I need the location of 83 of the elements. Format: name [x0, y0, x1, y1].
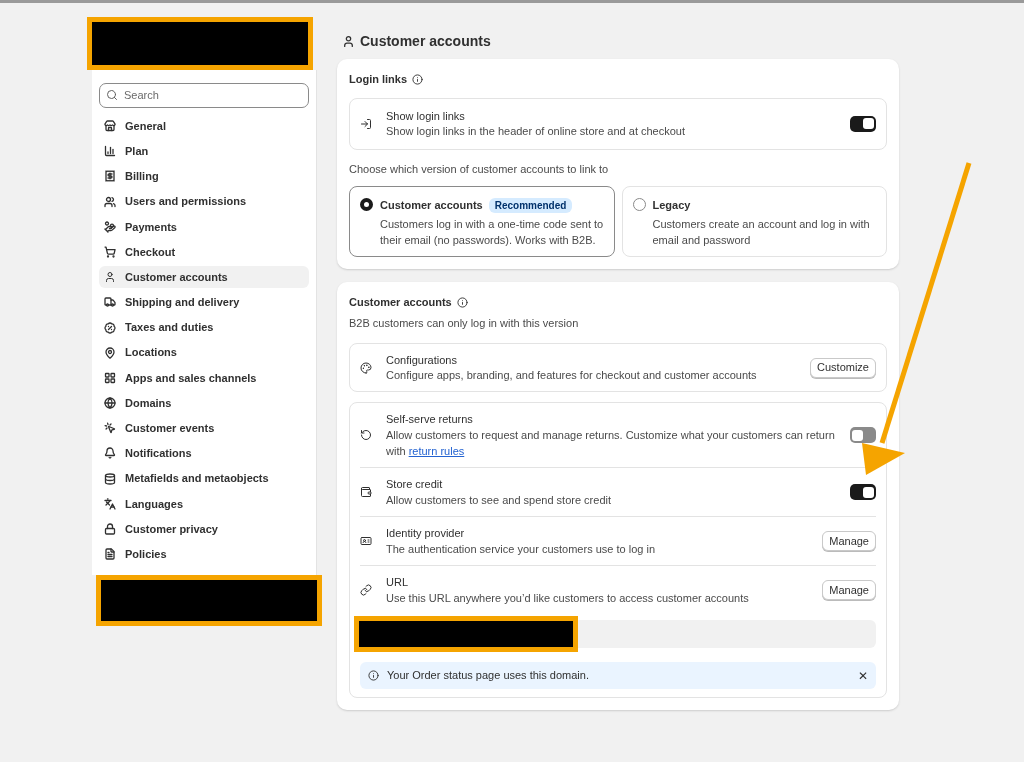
sidebar-item[interactable]: Taxes and duties [99, 316, 309, 339]
setting-description: Show login links in the header of online store and at checkout [386, 123, 687, 139]
toggle-switch[interactable] [850, 484, 876, 500]
sidebar-item[interactable]: Metafields and metaobjects [99, 467, 309, 490]
users-icon [104, 195, 116, 208]
sidebar-item[interactable]: Customer events [99, 417, 309, 440]
option-description: Customers create an account and log in with email and password [652, 217, 871, 248]
user-icon [104, 271, 116, 284]
sidebar-item[interactable]: Domains [99, 392, 309, 415]
url-field[interactable] [578, 620, 876, 648]
option-description: Customers log in with a one-time code sent to their email (no passwords). Works with B2B. [380, 217, 604, 248]
cursor-icon [104, 422, 116, 435]
toggle-switch[interactable] [850, 115, 876, 132]
cart-icon [104, 245, 116, 258]
database-icon [104, 472, 116, 485]
info-icon [412, 73, 424, 85]
option-title: Customer accounts [380, 198, 483, 213]
recommended-badge: Recommended [488, 197, 573, 213]
choose-label: Choose which version of customer accounts to link to [349, 161, 610, 177]
toggle-switch[interactable] [850, 427, 876, 443]
login-icon [360, 117, 372, 130]
option-card[interactable]: Customer accounts Recommended Customers log in with a one-time code sent to their email (no passwords). Works with B2B. [349, 186, 615, 257]
sidebar-item[interactable]: Plan [99, 140, 309, 163]
search-field[interactable]: Search [99, 82, 309, 108]
sidebar-item[interactable]: Billing [99, 165, 309, 188]
page-title: Customer accounts [360, 31, 491, 51]
palette-icon [360, 361, 372, 374]
grid-icon [104, 371, 116, 384]
sidebar-item[interactable]: Customer privacy [99, 518, 309, 540]
close-button[interactable]: ✕ [858, 666, 868, 685]
pin-icon [104, 346, 116, 359]
truck-icon [104, 296, 116, 309]
percent-icon [104, 321, 116, 334]
setting-description: Allow customers to request and manage returns. Customize what your customers can return with return rules [386, 428, 836, 459]
setting-title: Configurations [386, 352, 458, 368]
banner-text: Your Order status page uses this domain. [387, 668, 590, 684]
link-icon [360, 584, 372, 596]
setting-description: Allow customers to see and spend store credit [386, 493, 612, 508]
option-title: Legacy [652, 198, 691, 213]
setting-title: URL [386, 575, 409, 590]
card-title: Login links [349, 72, 408, 87]
store-icon [104, 120, 116, 132]
document-icon [104, 548, 116, 561]
bell-icon [104, 447, 116, 460]
radio-button[interactable] [360, 198, 373, 211]
search-icon [106, 88, 118, 101]
lock-icon [104, 523, 116, 535]
sidebar-item[interactable]: Checkout [99, 240, 309, 263]
sidebar-item[interactable]: Languages [99, 492, 309, 515]
sidebar-item[interactable]: Customer accounts [99, 266, 309, 289]
user-icon [342, 34, 355, 48]
action-button[interactable]: Manage [822, 580, 876, 600]
sidebar-item[interactable]: Locations [99, 341, 309, 364]
sidebar-item[interactable]: Notifications [99, 442, 309, 465]
setting-title: Store credit [386, 477, 444, 492]
sidebar-item[interactable]: Policies [99, 543, 309, 566]
hand-icon [104, 220, 116, 233]
sidebar-item[interactable]: Payments [99, 215, 309, 238]
info-icon [368, 670, 379, 681]
setting-description: Use this URL anywhere you’d like customers to access customer accounts [386, 591, 750, 606]
return-rules-link[interactable]: return rules [408, 445, 465, 457]
wallet-icon [360, 486, 372, 498]
languages-icon [104, 497, 116, 510]
setting-description: Configure apps, branding, and features for checkout and customer accounts [386, 367, 758, 383]
action-button[interactable]: Manage [822, 531, 876, 551]
setting-title: Show login links [386, 108, 466, 124]
info-icon [456, 296, 468, 308]
option-card[interactable]: Legacy Customers create an account and log in with email and password [621, 186, 887, 257]
card-subtitle: B2B customers can only log in with this version [349, 315, 580, 331]
sidebar-item[interactable]: Shipping and delivery [99, 291, 309, 314]
receipt-icon [104, 170, 116, 183]
globe-icon [104, 397, 116, 410]
card-title: Customer accounts [349, 295, 452, 310]
sidebar-item[interactable]: General [99, 115, 309, 137]
setting-title: Identity provider [386, 526, 466, 541]
sidebar-item[interactable]: Users and permissions [99, 190, 309, 213]
setting-description: The authentication service your customers use to log in [386, 542, 657, 557]
id-card-icon [360, 535, 372, 547]
sidebar-item[interactable]: Apps and sales channels [99, 366, 309, 389]
setting-title: Self-serve returns [386, 412, 474, 427]
chart-icon [104, 145, 116, 158]
action-button[interactable]: Customize [810, 357, 876, 378]
returns-icon [360, 429, 372, 441]
